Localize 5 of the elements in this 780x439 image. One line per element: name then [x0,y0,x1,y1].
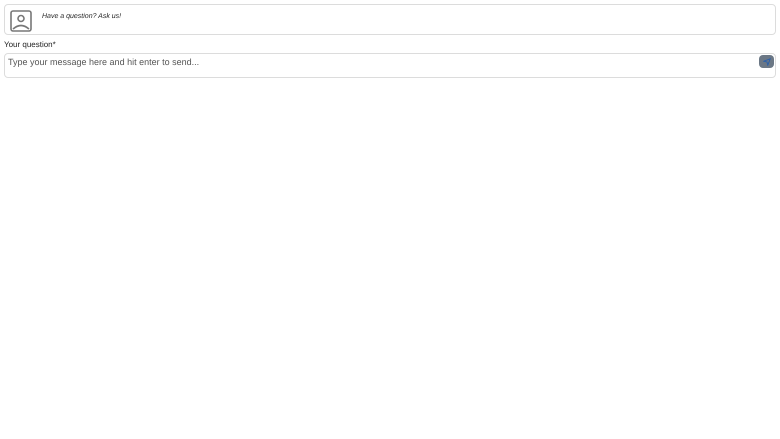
profile-picture-icon [10,10,32,32]
send-icon [762,58,770,66]
message-field[interactable]: Type your message here and hit enter to send... [4,53,776,78]
send-button[interactable] [759,55,774,68]
field-label: Your question* [4,39,56,51]
